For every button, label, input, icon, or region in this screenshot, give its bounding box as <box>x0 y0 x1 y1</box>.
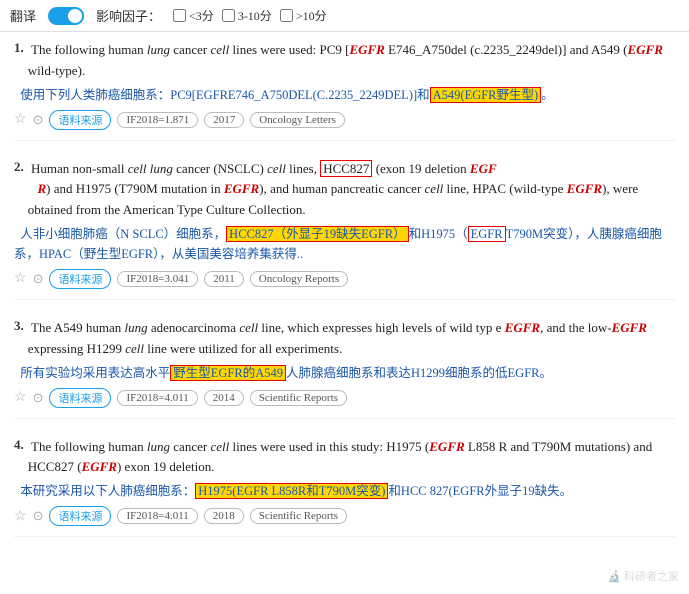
filter-more10-label: >10分 <box>296 7 327 24</box>
journal-tag-3[interactable]: Scientific Reports <box>250 390 347 406</box>
cell-italic-2: cell <box>128 161 147 176</box>
journal-tag-2[interactable]: Oncology Reports <box>250 271 348 287</box>
source-tag-2[interactable]: 语料来源 <box>49 269 111 289</box>
result-4-meta: ☆ ⊙ 语料来源 IF2018=4.011 2018 Scientific Re… <box>14 506 675 526</box>
refresh-3[interactable]: ⊙ <box>33 390 44 406</box>
filter-group: <3分 3-10分 >10分 <box>173 7 327 24</box>
refresh-1[interactable]: ⊙ <box>33 112 44 128</box>
filter-3to10[interactable]: 3-10分 <box>222 7 272 24</box>
highlight-3: 野生型EGFR的A549 <box>170 365 286 381</box>
year-tag-2[interactable]: 2011 <box>204 271 244 287</box>
result-4-en: The following human lung cancer cell lin… <box>28 437 675 479</box>
result-2-meta: ☆ ⊙ 语料来源 IF2018=3.041 2011 Oncology Repo… <box>14 269 675 289</box>
result-3-en: The A549 human lung adenocarcinoma cell … <box>28 318 675 360</box>
egfr-5: EGFR <box>567 181 602 196</box>
cell-italic-3b: cell <box>125 341 144 356</box>
source-tag-3[interactable]: 语料来源 <box>49 388 111 408</box>
cell-italic-3: cell <box>239 320 258 335</box>
lung-italic-4: lung <box>147 439 170 454</box>
lung-italic-2: lung <box>150 161 173 176</box>
result-1-meta: ☆ ⊙ 语料来源 IF2018=1.871 2017 Oncology Lett… <box>14 110 675 130</box>
translate-toggle[interactable] <box>48 7 84 25</box>
result-2-cn: 人非小细胞肺癌（N SCLC）细胞系，HCC827（外显子19缺失EGFR）和H… <box>14 224 675 264</box>
result-1-en-row: 1. The following human lung cancer cell … <box>14 40 675 85</box>
year-tag-4[interactable]: 2018 <box>204 508 244 524</box>
source-tag-4[interactable]: 语料来源 <box>49 506 111 526</box>
star-1[interactable]: ☆ <box>14 111 27 128</box>
if-tag-4[interactable]: IF2018=4.011 <box>117 508 197 524</box>
cell-italic-4: cell <box>210 439 229 454</box>
refresh-4[interactable]: ⊙ <box>33 508 44 524</box>
result-2: 2. Human non-small cell lung cancer (NSC… <box>14 159 675 300</box>
star-4[interactable]: ☆ <box>14 508 27 525</box>
result-4-num: 4. <box>14 437 24 482</box>
result-1-num: 1. <box>14 40 24 85</box>
result-4-cn: 本研究采用以下人肺癌细胞系：H1975(EGFR L858R和T790M突变)和… <box>14 481 675 501</box>
egfr-8: EGFR <box>429 439 464 454</box>
filter-more10[interactable]: >10分 <box>280 7 327 24</box>
result-3-cn: 所有实验均采用表达高水平野生型EGFR的A549人肺腺癌细胞系和表达H1299细… <box>14 363 675 383</box>
filter-less3-checkbox[interactable] <box>173 9 186 22</box>
filter-3to10-label: 3-10分 <box>238 7 272 24</box>
if-tag-3[interactable]: IF2018=4.011 <box>117 390 197 406</box>
if-tag-2[interactable]: IF2018=3.041 <box>117 271 198 287</box>
watermark-text: 科研者之家 <box>624 571 679 583</box>
result-4: 4. The following human lung cancer cell … <box>14 437 675 538</box>
result-2-en: Human non-small cell lung cancer (NSCLC)… <box>28 159 675 221</box>
top-bar: 翻译 影响因子： <3分 3-10分 >10分 <box>0 0 689 32</box>
egfr-2: EGFR <box>627 42 662 57</box>
highlight-2: HCC827（外显子19缺失EGFR） <box>226 226 408 242</box>
refresh-2[interactable]: ⊙ <box>33 271 44 287</box>
egfr-1: EGFR <box>349 42 384 57</box>
source-tag-1[interactable]: 语料来源 <box>49 110 111 130</box>
toggle-knob <box>68 9 82 23</box>
main-content: 1. The following human lung cancer cell … <box>0 32 689 565</box>
cell-italic-2b: cell <box>267 161 286 176</box>
hcc827-highlight: HCC827 <box>320 160 372 177</box>
result-1: 1. The following human lung cancer cell … <box>14 40 675 141</box>
lung-italic-3: lung <box>125 320 148 335</box>
highlight-1: A549(EGFR野生型) <box>430 87 542 103</box>
year-tag-3[interactable]: 2014 <box>204 390 244 406</box>
journal-tag-1[interactable]: Oncology Letters <box>250 112 345 128</box>
cell-italic-1: cell <box>210 42 229 57</box>
filter-more10-checkbox[interactable] <box>280 9 293 22</box>
egfr-7: EGFR <box>612 320 647 335</box>
lung-italic-1: lung <box>147 42 170 57</box>
filter-less3-label: <3分 <box>189 7 214 24</box>
if-tag-1[interactable]: IF2018=1.871 <box>117 112 198 128</box>
result-3-meta: ☆ ⊙ 语料来源 IF2018=4.011 2014 Scientific Re… <box>14 388 675 408</box>
result-3-en-row: 3. The A549 human lung adenocarcinoma ce… <box>14 318 675 363</box>
cell-italic-2c: cell <box>425 181 444 196</box>
translate-label: 翻译 <box>10 6 36 25</box>
impact-label: 影响因子： <box>96 6 161 25</box>
egfr-4: EGFR <box>224 181 259 196</box>
watermark: 🔬 科研者之家 <box>608 568 679 584</box>
highlight-4: H1975(EGFR L858R和T790M突变) <box>195 483 388 499</box>
journal-tag-4[interactable]: Scientific Reports <box>250 508 347 524</box>
result-4-en-row: 4. The following human lung cancer cell … <box>14 437 675 482</box>
result-3-num: 3. <box>14 318 24 363</box>
highlight-2b: EGFR <box>468 226 506 242</box>
watermark-icon: 🔬 <box>608 571 622 583</box>
filter-less3[interactable]: <3分 <box>173 7 214 24</box>
egfr-6: EGFR <box>505 320 540 335</box>
result-1-cn: 使用下列人类肺癌细胞系：PC9[EGFRE746_A750DEL(C.2235_… <box>14 85 675 105</box>
result-2-en-row: 2. Human non-small cell lung cancer (NSC… <box>14 159 675 224</box>
result-2-num: 2. <box>14 159 24 224</box>
result-1-en: The following human lung cancer cell lin… <box>28 40 675 82</box>
star-3[interactable]: ☆ <box>14 389 27 406</box>
star-2[interactable]: ☆ <box>14 270 27 287</box>
result-3: 3. The A549 human lung adenocarcinoma ce… <box>14 318 675 419</box>
year-tag-1[interactable]: 2017 <box>204 112 244 128</box>
filter-3to10-checkbox[interactable] <box>222 9 235 22</box>
egfr-9: EGFR <box>82 459 117 474</box>
